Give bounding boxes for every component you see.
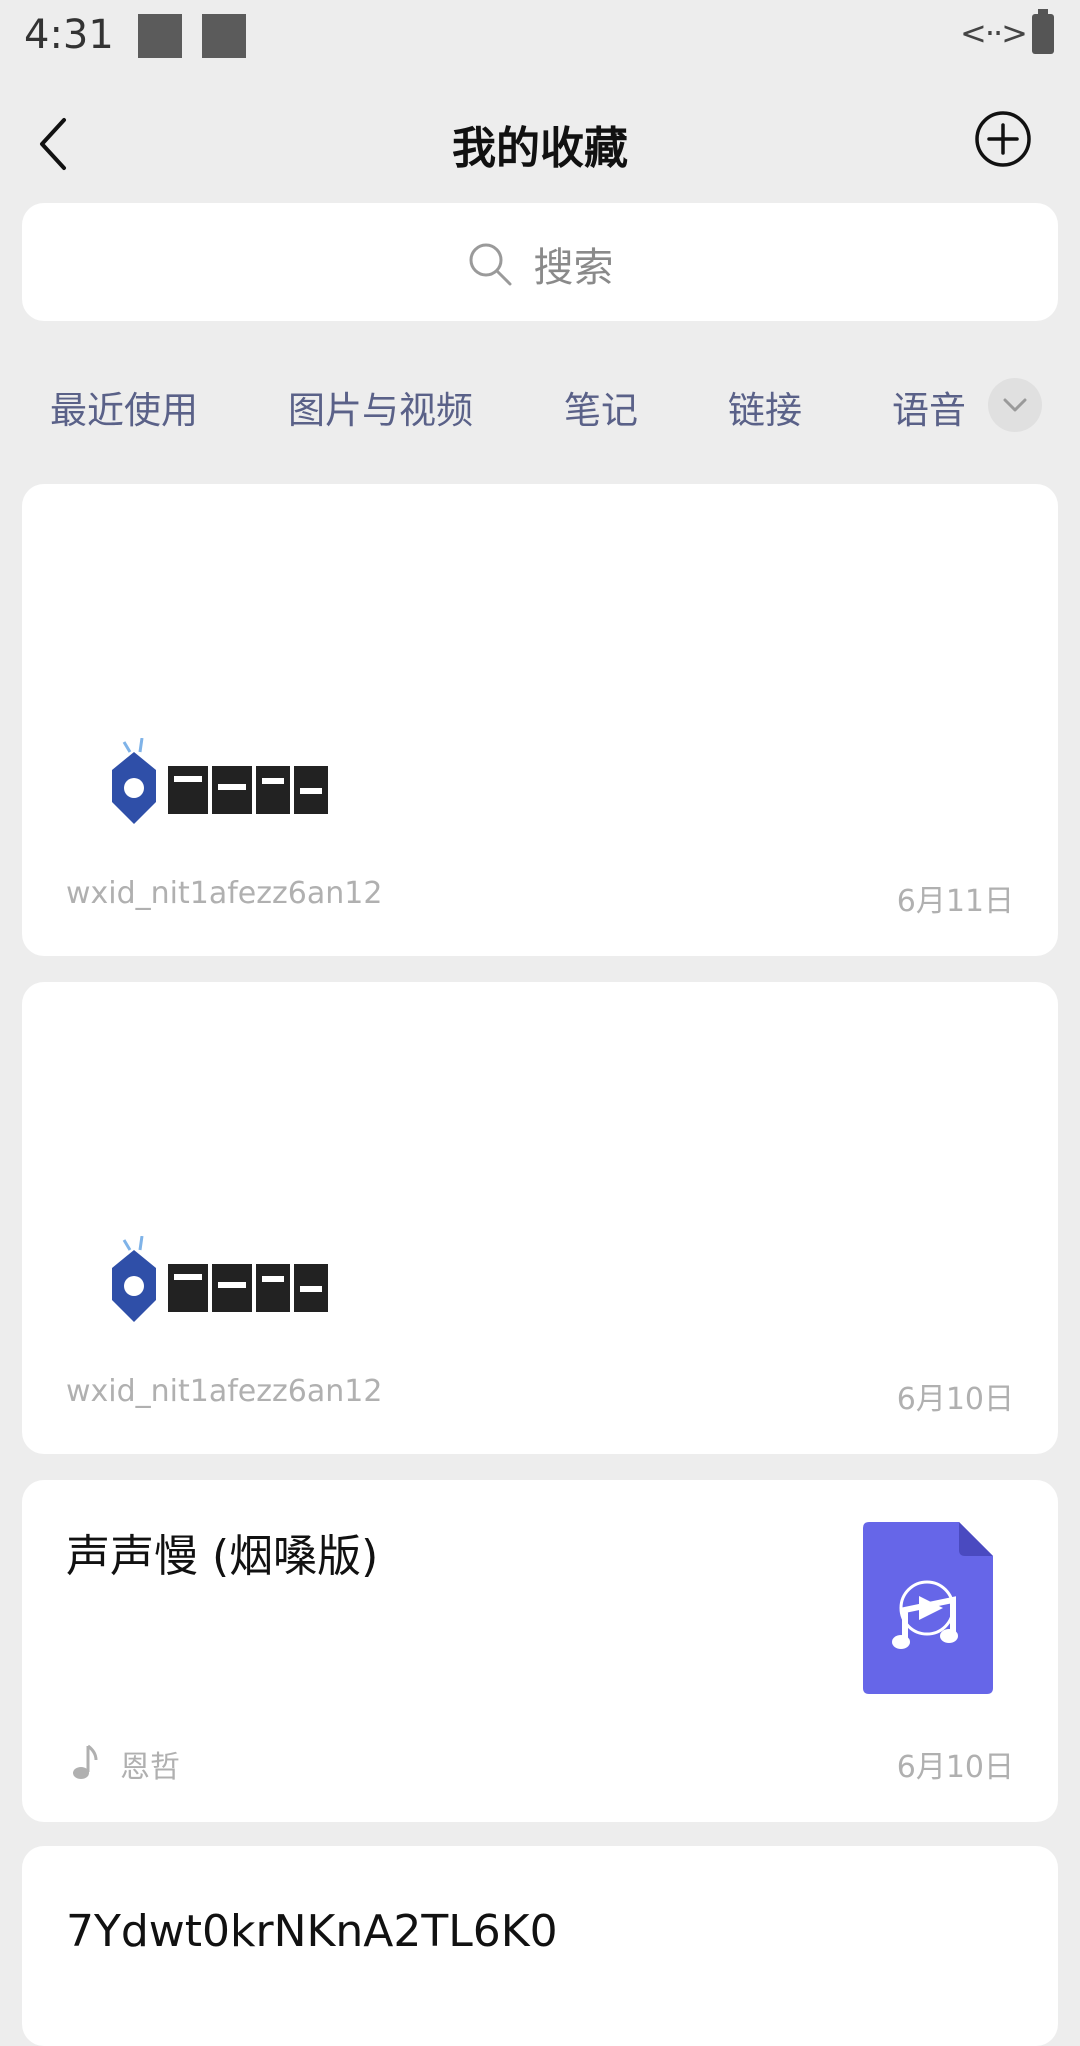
artist-name: 恩哲 xyxy=(120,1750,180,1785)
item-date: 6月10日 xyxy=(896,1750,1014,1785)
music-note-icon xyxy=(73,1744,98,1779)
tab-recent[interactable]: 最近使用 xyxy=(50,380,198,434)
item-source: wxid_nit1afezz6an12 xyxy=(66,876,383,911)
tab-images-videos[interactable]: 图片与视频 xyxy=(288,380,473,434)
notification-icon xyxy=(202,14,246,58)
tab-notes[interactable]: 笔记 xyxy=(564,380,638,434)
status-time: 4:31 xyxy=(24,12,114,58)
notification-icon xyxy=(138,14,182,58)
favorite-text-card[interactable]: 7Ydwt0krNKnA2TL6K0 xyxy=(22,1846,1058,2046)
search-placeholder: 搜索 xyxy=(533,245,614,291)
item-date: 6月11日 xyxy=(896,884,1014,919)
song-title: 声声慢 (烟嗓版) xyxy=(66,1531,379,1582)
item-title: 7Ydwt0krNKnA2TL6K0 xyxy=(66,1906,558,1957)
item-date: 6月10日 xyxy=(896,1382,1014,1417)
item-source: wxid_nit1afezz6an12 xyxy=(66,1374,383,1409)
battery-icon xyxy=(1032,9,1054,54)
page-title: 我的收藏 xyxy=(452,123,628,174)
category-tabs: 最近使用 图片与视频 笔记 链接 语音 xyxy=(0,370,1080,440)
company-logo-image xyxy=(112,1236,328,1322)
music-file-icon xyxy=(863,1522,993,1694)
more-tabs-button[interactable] xyxy=(988,378,1042,432)
add-icon[interactable] xyxy=(974,110,1032,168)
favorite-item-card[interactable]: wxid_nit1afezz6an12 6月10日 xyxy=(22,982,1058,1454)
favorite-music-card[interactable]: 声声慢 (烟嗓版) 恩哲 6月10日 xyxy=(22,1480,1058,1822)
search-bar[interactable]: 搜索 xyxy=(22,203,1058,321)
network-activity-icon: <··> xyxy=(960,14,1028,52)
tab-voice[interactable]: 语音 xyxy=(892,380,966,434)
chevron-down-icon xyxy=(1003,398,1027,412)
search-icon xyxy=(469,243,512,286)
tab-links[interactable]: 链接 xyxy=(728,380,802,434)
company-logo-image xyxy=(112,738,328,824)
favorite-item-card[interactable]: wxid_nit1afezz6an12 6月11日 xyxy=(22,484,1058,956)
nav-bar: 我的收藏 xyxy=(0,74,1080,204)
status-bar: 4:31 <··> xyxy=(0,0,1080,74)
